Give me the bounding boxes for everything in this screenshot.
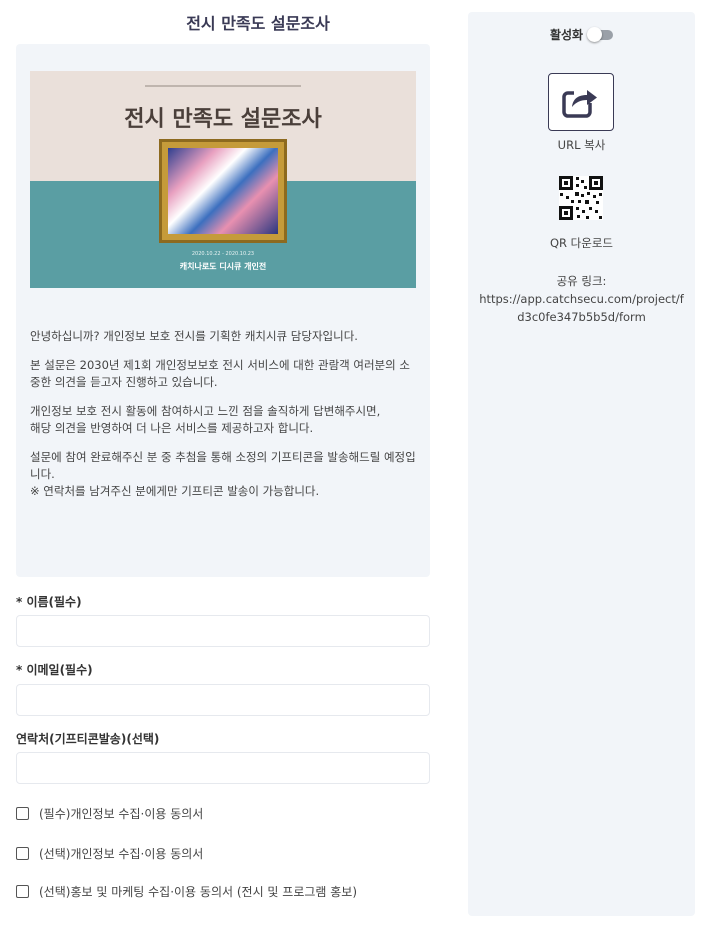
banner-dates: 2020.10.22 - 2020.10.23 xyxy=(191,251,255,257)
consent-label: (필수)개인정보 수집·이용 동의서 xyxy=(39,807,204,821)
share-arrow-icon xyxy=(562,87,600,118)
copy-url-label: URL 복사 xyxy=(557,138,606,152)
share-link-label: 공유 링크: xyxy=(556,274,607,288)
banner-organizer: 캐치나로도 디시큐 개인전 xyxy=(179,262,267,271)
page-title: 전시 만족도 설문조사 xyxy=(186,14,330,33)
share-side-panel: 활성화 URL 복사 QR 다운로드 공유 링크: https://app.ca… xyxy=(468,12,695,916)
activate-toggle-label: 활성화 xyxy=(549,28,584,42)
intro-paragraph: 본 설문은 2030년 제1회 개인정보보호 전시 서비스에 대한 관람객 여러… xyxy=(30,358,410,389)
consent-optional-marketing[interactable]: (선택)홍보 및 마케팅 수집·이용 동의서 (전시 및 프로그램 홍보) xyxy=(16,883,357,900)
banner-title: 전시 만족도 설문조사 xyxy=(124,107,322,132)
consent-checkbox[interactable] xyxy=(16,885,29,898)
email-input[interactable] xyxy=(16,684,430,716)
banner-artwork xyxy=(168,148,278,234)
name-input[interactable] xyxy=(16,615,430,647)
consent-required-privacy[interactable]: (필수)개인정보 수집·이용 동의서 xyxy=(16,805,203,822)
consent-label: (선택)개인정보 수집·이용 동의서 xyxy=(39,847,204,861)
qr-download-label[interactable]: QR 다운로드 xyxy=(468,235,695,251)
activate-toggle-row[interactable]: 활성화 xyxy=(468,26,695,43)
activate-toggle[interactable] xyxy=(587,26,614,42)
share-link-url[interactable]: https://app.catchsecu.com/project/fd3c0f… xyxy=(478,290,685,326)
email-label: * 이메일(필수) xyxy=(16,663,93,677)
intro-paragraph: 개인정보 보호 전시 활동에 참여하시고 느낀 점을 솔직하게 답변해주시면, … xyxy=(30,404,381,435)
consent-checkbox[interactable] xyxy=(16,847,29,860)
intro-paragraph: 안녕하십니까? 개인정보 보호 전시를 기획한 캐치시큐 담당자입니다. xyxy=(30,329,358,343)
qr-code-image[interactable] xyxy=(559,176,603,220)
phone-input[interactable] xyxy=(16,752,430,784)
name-label: * 이름(필수) xyxy=(16,595,82,609)
banner-rule xyxy=(145,85,301,87)
consent-checkbox[interactable] xyxy=(16,807,29,820)
consent-label: (선택)홍보 및 마케팅 수집·이용 동의서 (전시 및 프로그램 홍보) xyxy=(39,885,358,899)
intro-text: 안녕하십니까? 개인정보 보호 전시를 기획한 캐치시큐 담당자입니다. 본 설… xyxy=(30,328,420,512)
consent-optional-privacy[interactable]: (선택)개인정보 수집·이용 동의서 xyxy=(16,845,203,862)
intro-paragraph: 설문에 참여 완료해주신 분 중 추첨을 통해 소정의 기프티콘을 발송해드릴 … xyxy=(30,450,416,498)
phone-label: 연락처(기프티콘발송)(선택) xyxy=(16,732,160,746)
toggle-knob xyxy=(587,26,603,42)
banner-frame xyxy=(159,139,287,243)
copy-url-button[interactable] xyxy=(548,73,614,131)
share-link-block: 공유 링크: https://app.catchsecu.com/project… xyxy=(478,272,685,326)
intro-card: 전시 만족도 설문조사 2020.10.22 - 2020.10.23 캐치나로… xyxy=(16,44,430,577)
survey-banner-image: 전시 만족도 설문조사 2020.10.22 - 2020.10.23 캐치나로… xyxy=(30,71,416,288)
